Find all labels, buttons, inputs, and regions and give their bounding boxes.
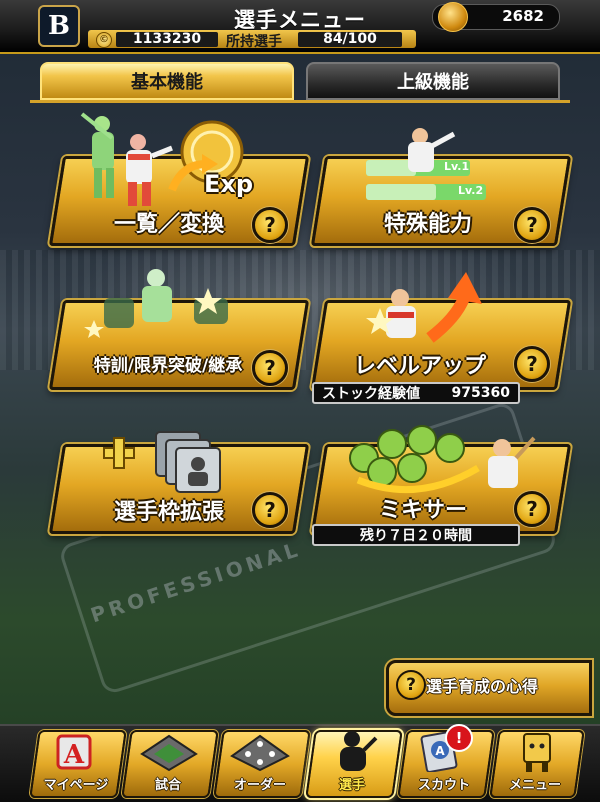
plus-cards-icon	[103, 431, 221, 493]
level-up-label: レベルアップ	[353, 354, 486, 379]
expand-slots-help-button[interactable]: ?	[252, 492, 288, 528]
guide-label: 選手育成の心得	[426, 677, 539, 696]
mixer-balls-batter-icon	[349, 425, 536, 494]
holding-players-value: 84/100	[323, 31, 377, 47]
training-help-button[interactable]: ?	[252, 350, 288, 386]
tab-advanced-functions[interactable]: 上級機能	[306, 62, 560, 100]
nav-match-label: 試合	[154, 778, 181, 793]
tab-basic-functions[interactable]: 基本機能	[40, 62, 294, 100]
mixer-label: ミキサー	[378, 498, 467, 523]
mixer-remaining-text: 残り７日２０時間	[360, 528, 472, 544]
nav-scout-label: スカウト	[417, 778, 470, 793]
player-icon	[340, 731, 378, 771]
nav-mypage-label: マイページ	[43, 778, 109, 793]
pitcher-arrow-up-icon	[366, 272, 482, 343]
lineup-icon	[230, 734, 290, 772]
training-label: 特訓/限界突破/継承	[93, 356, 243, 376]
special-ability-label: 特殊能力	[383, 212, 472, 237]
gold-ball-icon	[438, 2, 468, 32]
stock-exp-label: ストック経験値	[322, 386, 420, 402]
lv-bars-pitcher-icon	[366, 128, 486, 200]
coach-training-figures-icon	[84, 269, 228, 338]
mixer-help-button[interactable]: ?	[514, 491, 550, 527]
svg-text:A: A	[435, 744, 445, 758]
coin-value: 1133230	[132, 31, 202, 47]
stock-exp-bar: ストック経験値 975360	[312, 382, 520, 404]
list-convert-label: 一覧／変換	[113, 212, 224, 237]
level-up-help-button[interactable]: ?	[514, 346, 550, 382]
holding-players-label: 所持選手	[226, 34, 282, 50]
menu-box-icon	[523, 733, 551, 772]
expand-slots-label: 選手枠拡張	[113, 500, 224, 525]
nav-menu-label: メニュー	[508, 778, 561, 793]
mixer-remaining-bar: 残り７日２０時間	[312, 524, 520, 546]
lv1-label: Lv.1	[444, 160, 470, 173]
nav-player-label: 選手	[338, 778, 365, 793]
lv2-label: Lv.2	[458, 184, 484, 197]
coin-icon: ©	[96, 32, 112, 48]
special-ability-help-button[interactable]: ?	[514, 207, 550, 243]
scout-alert-badge: !	[445, 724, 473, 752]
svg-text:A: A	[63, 740, 85, 770]
exp-text: Exp	[204, 170, 254, 198]
stock-exp-value: 975360	[451, 385, 510, 401]
a-logo-icon: A	[56, 734, 92, 770]
stadium-icon	[140, 734, 198, 772]
nav-order-label: オーダー	[233, 778, 286, 793]
guide-question-icon: ?	[396, 670, 426, 700]
list-convert-help-button[interactable]: ?	[252, 207, 288, 243]
gold-value: 2682	[502, 7, 544, 25]
